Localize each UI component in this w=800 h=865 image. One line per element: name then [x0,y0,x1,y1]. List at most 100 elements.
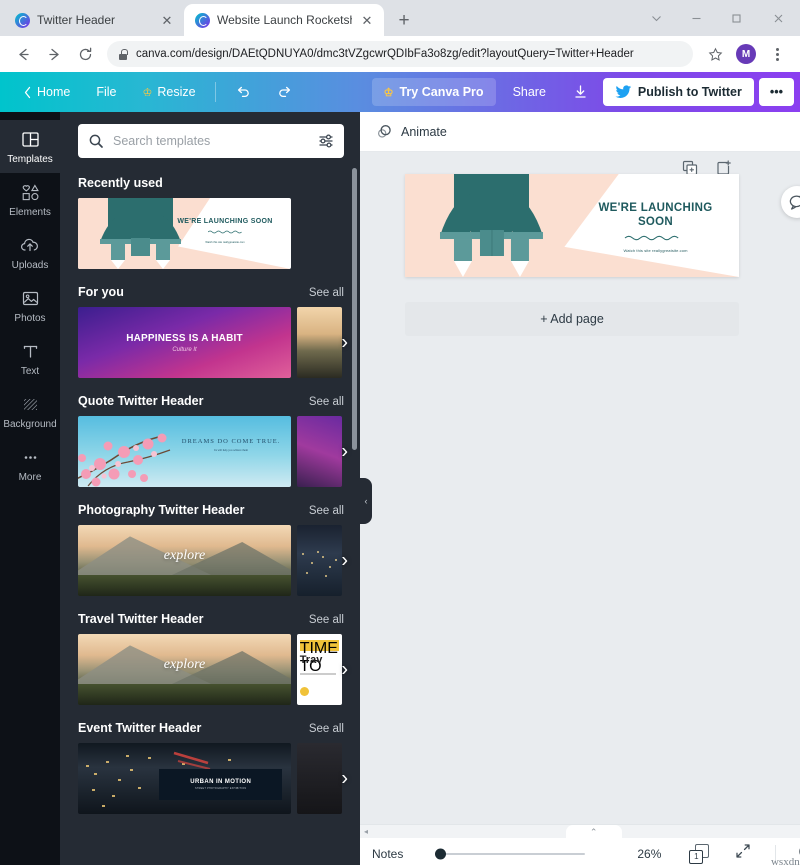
carousel-next-icon[interactable]: › [341,658,348,681]
minimize-icon[interactable] [676,2,716,34]
carousel-next-icon[interactable]: › [341,331,348,354]
zoom-slider[interactable] [435,848,586,860]
template-thumb-sunset[interactable] [297,307,342,378]
expand-button[interactable] [735,843,751,864]
thumb-art [297,525,342,596]
zoom-percent-label: 26% [637,846,662,861]
redo-button[interactable] [264,78,306,106]
tab-close-icon[interactable]: ✕ [159,12,175,28]
sidebar-item-uploads[interactable]: Uploads [0,226,60,279]
carousel-next-icon[interactable]: › [341,767,348,790]
add-comment-button[interactable] [781,186,800,218]
browser-menu-icon[interactable] [763,40,791,68]
address-bar[interactable]: canva.com/design/DAEtQDNUYA0/dmc3tVZgcwr… [107,41,693,67]
panel-scrollbar[interactable] [352,168,357,450]
sidebar-item-more[interactable]: More [0,438,60,491]
search-templates-box[interactable] [78,124,344,158]
try-canva-pro-button[interactable]: ♔ Try Canva Pro [371,78,496,106]
horizontal-scrollbar[interactable]: ◂ ⌃ ▸ [360,824,800,839]
see-all-link[interactable]: See all [309,396,344,408]
template-thumb-explore-photography[interactable]: explore [78,525,291,596]
try-pro-label: Try Canva Pro [399,85,484,99]
see-all-link[interactable]: See all [309,505,344,517]
browser-tab-bar: Twitter Header ✕ Website Launch Rocketsh… [0,0,800,36]
back-icon[interactable] [9,40,37,68]
template-thumb-purple[interactable] [297,416,342,487]
thumb-title: Trav [299,653,323,666]
notes-expand-handle[interactable]: ⌃ [565,825,622,839]
chevron-left-icon: ‹ [364,496,368,506]
template-thumb-happiness[interactable]: HAPPINESS IS A HABIT Culture It [78,307,291,378]
design-text-block: WE'RE LAUNCHING SOON Watch this site rea… [582,201,729,253]
undo-button[interactable] [222,78,264,106]
new-tab-button[interactable]: + [390,6,418,34]
window-controls [636,0,800,36]
template-thumb-city-night[interactable] [297,525,342,596]
profile-avatar[interactable]: M [736,44,756,64]
templates-panel: Recently used [60,112,360,865]
search-input[interactable] [113,134,309,148]
sliders-icon[interactable] [318,133,334,149]
sidebar-item-text[interactable]: Text [0,332,60,385]
publish-to-twitter-button[interactable]: Publish to Twitter [602,78,754,106]
panel-collapse-handle[interactable]: ‹ [360,478,372,524]
zoom-track [435,852,586,855]
template-thumb-dreams[interactable]: DREAMS DO COME TRUE. Its will help you a… [78,416,291,487]
chevron-down-icon[interactable] [636,2,676,34]
sidebar-item-templates[interactable]: Templates [0,120,60,173]
thumb-row: WE'RE LAUNCHING SOON Watch this site rea… [78,198,344,269]
sidebar-item-label: More [18,472,42,483]
tab-title: Website Launch Rocketship Twitt [217,13,352,27]
section-for-you: For you See all HAPPINESS IS A HABIT Cul… [78,285,348,378]
template-thumb-urban-in-motion[interactable]: URBAN IN MOTION STREET PHOTOGRAPHY EXHIB… [78,743,291,814]
sidebar-item-photos[interactable]: Photos [0,279,60,332]
file-button[interactable]: File [83,79,129,105]
home-button[interactable]: Home [10,79,83,105]
browser-tab-2[interactable]: Website Launch Rocketship Twitt ✕ [184,4,384,36]
template-thumb-explore-travel[interactable]: explore [78,634,291,705]
bookmark-star-icon[interactable] [701,40,729,68]
add-page-label: + Add page [540,312,604,326]
reload-icon[interactable] [71,40,99,68]
forward-icon[interactable] [40,40,68,68]
sidebar-item-elements[interactable]: Elements [0,173,60,226]
animate-button[interactable]: Animate [376,123,447,140]
thumb-art: explore [78,634,291,705]
tab-close-icon[interactable]: ✕ [359,12,375,28]
browser-tab-1[interactable]: Twitter Header ✕ [4,4,184,36]
template-thumb-time-to-travel[interactable]: TIME TO Trav [297,634,342,705]
thumb-row: explore TIME TO Trav › [78,634,348,705]
maximize-icon[interactable] [716,2,756,34]
section-title: Travel Twitter Header [78,612,204,626]
download-button[interactable] [563,77,598,107]
carousel-next-icon[interactable]: › [341,440,348,463]
design-canvas-page[interactable]: WE'RE LAUNCHING SOON Watch this site rea… [405,174,739,277]
template-thumb-dark-event[interactable] [297,743,342,814]
carousel-next-icon[interactable]: › [341,549,348,572]
page-count-button[interactable]: 1 [689,843,710,864]
template-thumb-rocketship[interactable]: WE'RE LAUNCHING SOON Watch this site rea… [78,198,291,269]
thumb-subtitle: Its will help you achieve them [214,449,248,453]
add-page-button[interactable]: + Add page [405,302,739,336]
zoom-knob[interactable] [435,848,447,859]
thumb-art [297,307,342,378]
see-all-link[interactable]: See all [309,287,344,299]
canvas-body[interactable]: ⌃ [360,152,800,824]
templates-icon [20,129,40,149]
section-header: Recently used [78,176,344,190]
scroll-left-icon[interactable]: ◂ [364,827,368,836]
section-event-twitter-header: Event Twitter Header See all URBAN IN MO… [78,721,348,814]
notes-button[interactable]: Notes [372,847,403,861]
see-all-link[interactable]: See all [309,614,344,626]
resize-button[interactable]: ♔ Resize [130,79,209,105]
share-button[interactable]: Share [501,78,558,106]
home-label: Home [37,85,71,99]
see-all-link[interactable]: See all [309,723,344,735]
thumb-subtitle: Culture It [172,346,197,353]
sidebar-item-background[interactable]: Background [0,385,60,438]
design-title: WE'RE LAUNCHING SOON [598,201,713,228]
text-icon [20,341,40,361]
url-text: canva.com/design/DAEtQDNUYA0/dmc3tVZgcwr… [136,48,634,60]
more-options-button[interactable]: ••• [758,78,794,106]
close-window-icon[interactable] [756,2,800,34]
